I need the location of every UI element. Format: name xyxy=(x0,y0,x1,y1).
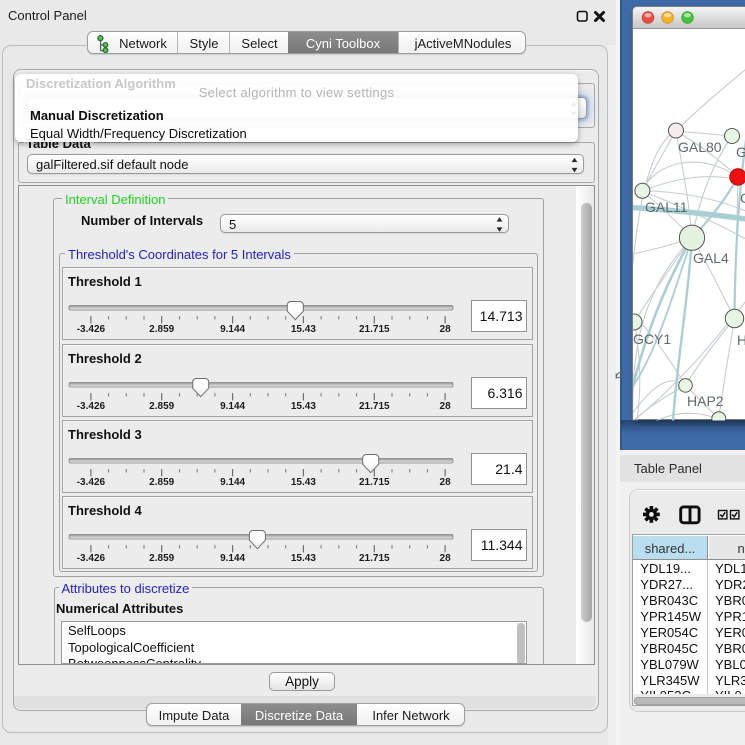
svg-text:H: H xyxy=(737,332,745,348)
svg-text:GAL80: GAL80 xyxy=(678,139,722,155)
svg-text:GAL4: GAL4 xyxy=(693,250,729,266)
svg-text:GCY1: GCY1 xyxy=(633,331,671,347)
svg-text:G: G xyxy=(736,144,745,160)
svg-text:C: C xyxy=(740,190,745,206)
svg-text:HAP2: HAP2 xyxy=(687,393,724,409)
svg-text:GAL11: GAL11 xyxy=(645,199,688,215)
